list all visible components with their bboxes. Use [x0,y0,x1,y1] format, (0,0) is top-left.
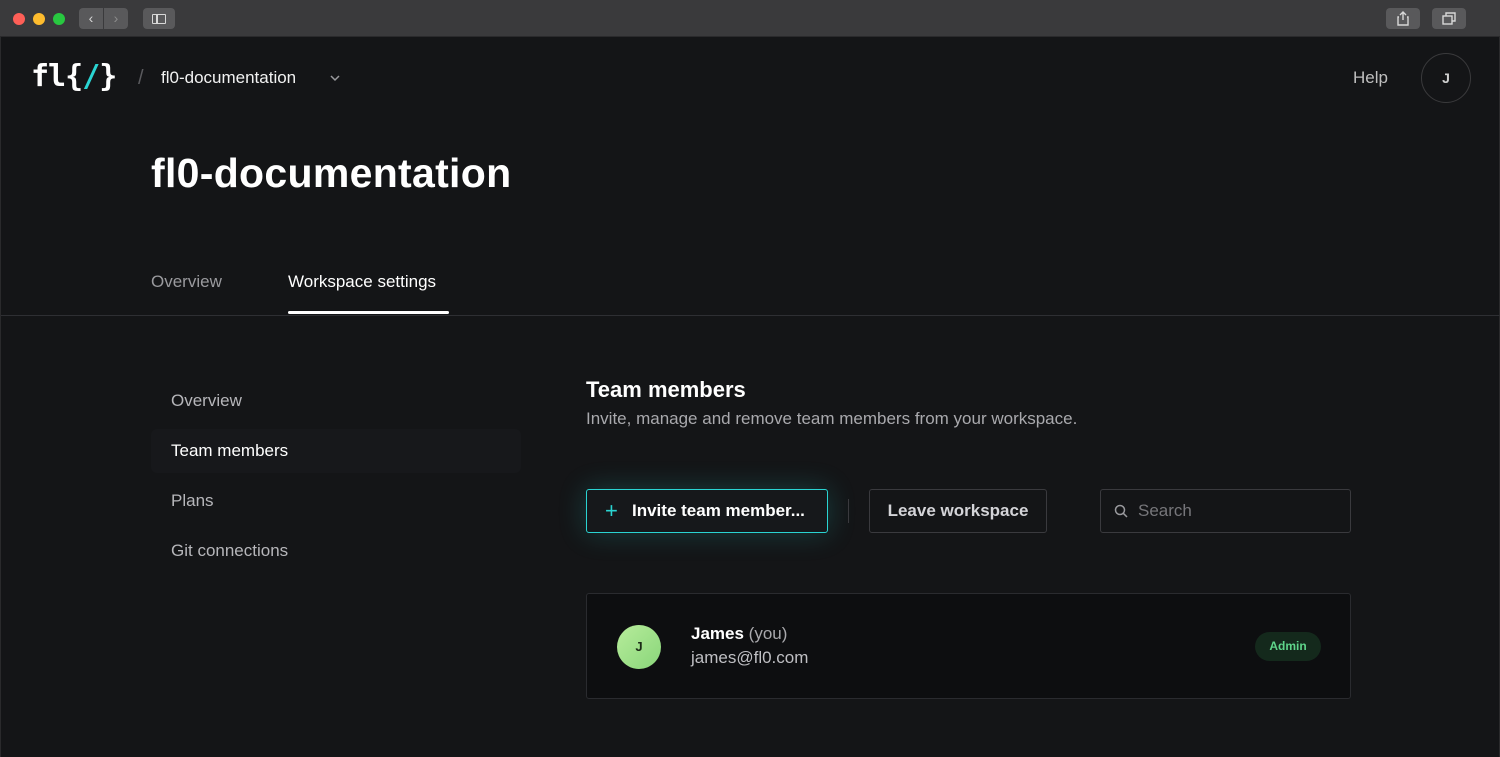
logo-suffix: } [99,59,117,94]
tab-overview[interactable]: Overview [151,272,222,292]
invite-team-member-button[interactable]: + Invite team member... [586,489,828,533]
member-row: J James (you) james@fl0.com Admin [586,593,1351,699]
search-field[interactable] [1100,489,1351,533]
forward-button[interactable]: › [104,8,128,29]
zoom-window-button[interactable] [53,13,65,25]
section-title: Team members [586,377,746,402]
minimize-window-button[interactable] [33,13,45,25]
member-avatar: J [617,625,661,669]
sidebar-item-team-members[interactable]: Team members [151,429,521,473]
tab-workspace-settings[interactable]: Workspace settings [288,272,436,292]
plus-icon: + [605,498,618,523]
help-link[interactable]: Help [1353,68,1388,88]
user-avatar[interactable]: J [1421,53,1471,103]
tabs-divider [1,315,1500,316]
active-tab-indicator [288,311,449,314]
sidebar-icon [152,14,166,24]
invite-button-label: Invite team member... [632,501,805,520]
button-divider [848,499,849,523]
leave-workspace-button[interactable]: Leave workspace [869,489,1047,533]
logo-prefix: fl{ [31,59,83,94]
logo-slash: / [82,59,100,94]
member-name-text: James [691,624,744,643]
tabs-icon [1442,12,1456,25]
sidebar-item-plans[interactable]: Plans [151,479,521,523]
app-container: fl{/} / fl0-documentation Help J fl0-doc… [0,37,1500,757]
sidebar-toggle-button[interactable] [143,8,175,29]
chevron-down-icon[interactable] [328,71,342,85]
member-you-label: (you) [748,624,788,643]
fl0-logo[interactable]: fl{/} [31,59,117,94]
browser-toolbar: ‹ › [0,0,1500,37]
member-email: james@fl0.com [691,648,809,667]
member-name: James (you) [691,624,787,644]
search-input[interactable] [1138,490,1338,532]
role-badge: Admin [1255,632,1321,661]
section-subtitle: Invite, manage and remove team members f… [586,409,1078,428]
share-icon [1397,11,1409,26]
tab-overview-button[interactable] [1432,8,1466,29]
search-icon [1114,504,1128,518]
sidebar-item-git-connections[interactable]: Git connections [151,529,521,573]
workspace-switcher[interactable]: fl0-documentation [161,68,296,88]
share-button[interactable] [1386,8,1420,29]
back-button[interactable]: ‹ [79,8,103,29]
page-title: fl0-documentation [151,150,512,196]
sidebar-item-overview[interactable]: Overview [151,379,521,423]
close-window-button[interactable] [13,13,25,25]
breadcrumb-separator: / [138,67,144,89]
